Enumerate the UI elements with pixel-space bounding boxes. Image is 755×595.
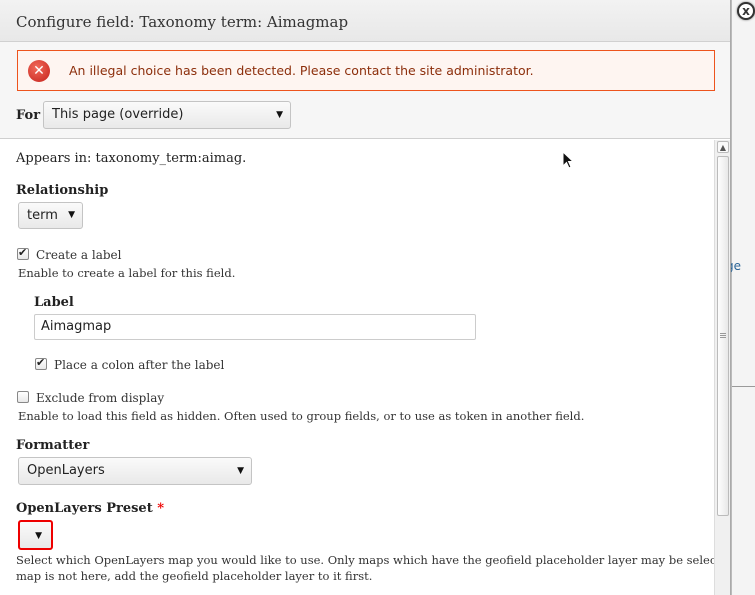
background-divider <box>732 386 755 387</box>
label-input-value: Aimagmap <box>41 319 112 334</box>
formatter-select-value: OpenLayers <box>27 463 105 478</box>
preset-label: OpenLayers Preset * <box>16 501 164 516</box>
close-button[interactable]: x <box>737 2 755 20</box>
mouse-cursor-icon <box>562 151 575 169</box>
scroll-up-arrow-icon[interactable]: ▲ <box>717 141 729 153</box>
chevron-down-icon: ▼ <box>276 110 283 120</box>
for-select-value: This page (override) <box>52 107 184 122</box>
preset-description-line1: Select which OpenLayers map you would li… <box>16 553 730 567</box>
configure-field-dialog: Configure field: Taxonomy term: Aimagmap… <box>0 0 731 595</box>
relationship-select[interactable]: term ▼ <box>18 202 83 229</box>
grip-line <box>720 335 726 336</box>
dialog-form-content: Appears in: taxonomy_term:aimag. Relatio… <box>0 140 730 595</box>
exclude-text: Exclude from display <box>36 391 165 405</box>
dialog-top-section: ✕ An illegal choice has been detected. P… <box>0 42 730 139</box>
preset-description-line2: map is not here, add the geofield placeh… <box>16 569 373 583</box>
colon-text: Place a colon after the label <box>54 358 225 372</box>
chevron-down-icon: ▼ <box>237 466 244 476</box>
grip-line <box>720 333 726 334</box>
dialog-title: Configure field: Taxonomy term: Aimagmap <box>16 13 349 31</box>
exclude-checkbox[interactable] <box>17 391 29 403</box>
error-message: ✕ An illegal choice has been detected. P… <box>17 50 715 91</box>
colon-checkbox[interactable] <box>35 356 47 370</box>
create-label-checkbox[interactable] <box>17 246 29 260</box>
required-marker: * <box>157 501 165 516</box>
for-select[interactable]: This page (override) ▼ <box>43 101 291 129</box>
label-input[interactable]: Aimagmap <box>34 314 476 340</box>
preset-label-text: OpenLayers Preset <box>16 501 153 516</box>
error-icon: ✕ <box>28 60 50 82</box>
error-text: An illegal choice has been detected. Ple… <box>69 63 534 78</box>
chevron-down-icon: ▼ <box>68 210 75 220</box>
chevron-down-icon: ▼ <box>35 531 42 541</box>
dialog-titlebar: Configure field: Taxonomy term: Aimagmap <box>0 0 730 42</box>
relationship-label: Relationship <box>16 183 109 198</box>
create-label-description: Enable to create a label for this field. <box>18 266 236 280</box>
scroll-thumb[interactable] <box>717 156 729 516</box>
form-scrollbar[interactable]: ▲ <box>714 140 730 595</box>
preset-select[interactable]: ▼ <box>18 520 53 550</box>
create-label-text: Create a label <box>36 248 122 262</box>
formatter-label: Formatter <box>16 438 90 453</box>
grip-line <box>720 337 726 338</box>
appears-in-text: Appears in: taxonomy_term:aimag. <box>16 151 247 166</box>
label-field-label: Label <box>34 295 74 310</box>
for-label: For <box>16 108 41 123</box>
formatter-select[interactable]: OpenLayers ▼ <box>18 457 252 485</box>
exclude-description: Enable to load this field as hidden. Oft… <box>18 409 585 423</box>
relationship-select-value: term <box>27 208 58 223</box>
background-page <box>731 0 755 595</box>
